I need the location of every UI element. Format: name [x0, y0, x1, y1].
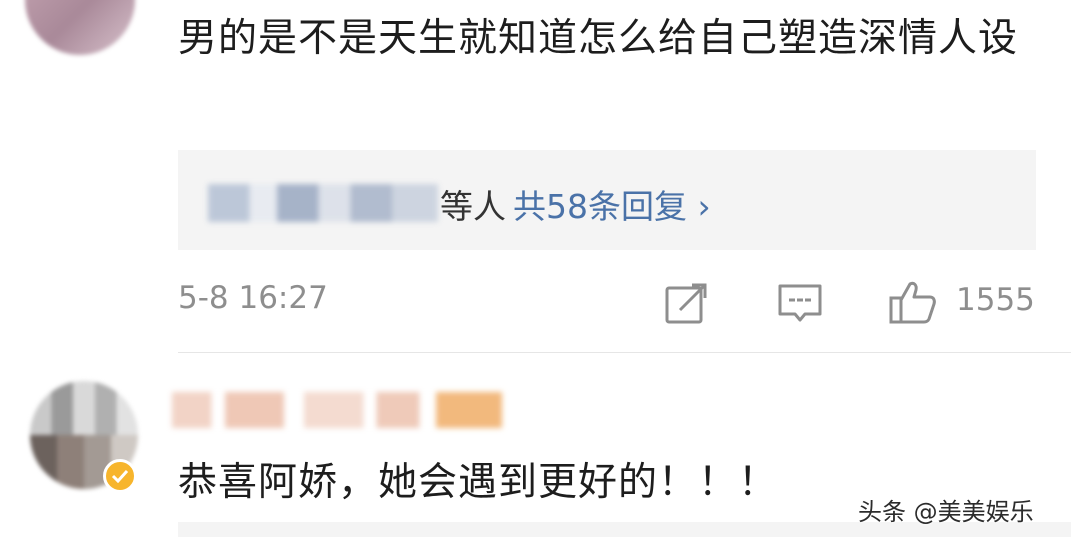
- comment-text: 恭喜阿娇，她会遇到更好的！！！: [178, 460, 779, 505]
- commenter-avatar[interactable]: [25, 0, 135, 55]
- blurred-username[interactable]: [172, 392, 502, 428]
- comment-text: 男的是不是天生就知道怎么给自己塑造深情人设: [178, 16, 1019, 61]
- thumbs-up-icon: [889, 281, 936, 324]
- like-button[interactable]: 1555: [888, 281, 1038, 326]
- verified-badge-icon: [103, 459, 137, 493]
- blurred-reply-usernames: [208, 184, 438, 222]
- reply-button[interactable]: [777, 282, 823, 326]
- edit-share-icon: [665, 283, 707, 324]
- view-replies-link[interactable]: 共58条回复 ›: [513, 180, 711, 228]
- watermark: 头条 @美美娱乐: [858, 498, 1034, 526]
- share-button[interactable]: [664, 282, 708, 326]
- reply-suffix: 等人: [440, 187, 506, 226]
- comment-divider: [178, 352, 1071, 353]
- like-count: 1555: [956, 282, 1035, 318]
- comment-bubble-icon: [778, 284, 822, 322]
- comment-timestamp: 5-8 16:27: [178, 280, 328, 316]
- replies-preview[interactable]: 等人 共58条回复 ›: [178, 150, 1036, 250]
